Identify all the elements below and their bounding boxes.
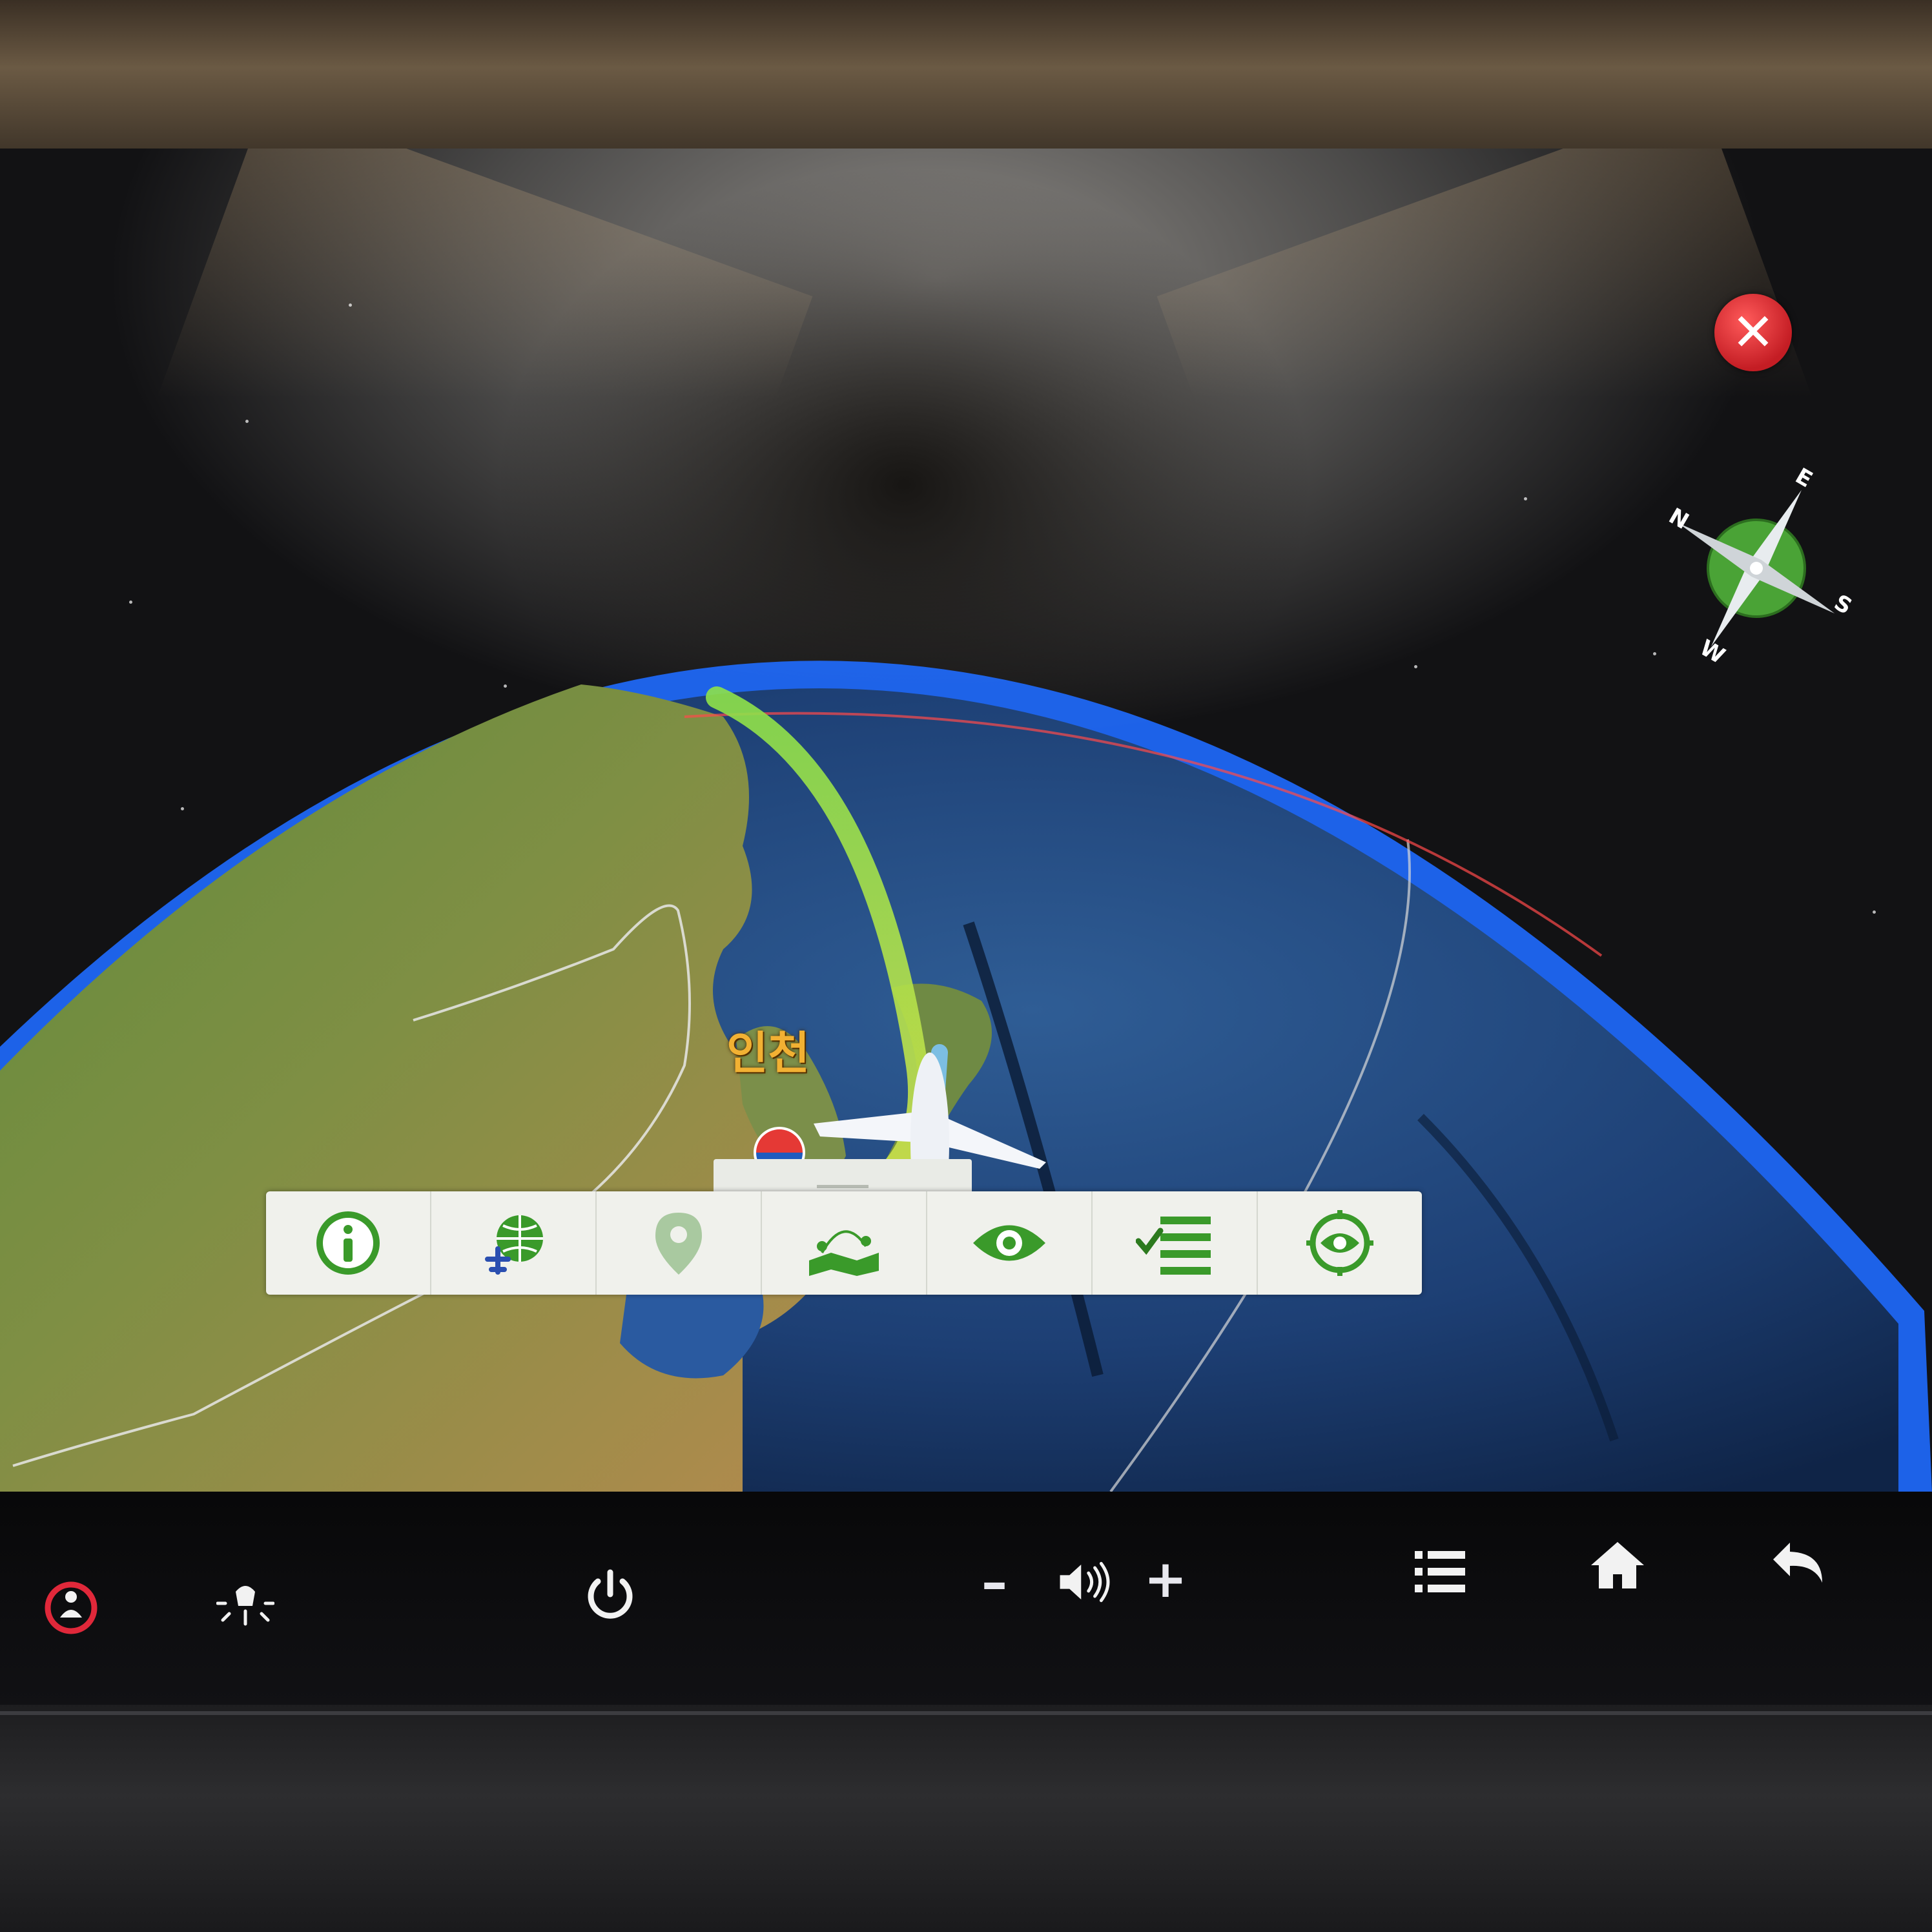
view-button[interactable] — [927, 1191, 1093, 1295]
globe-view-button[interactable] — [431, 1191, 597, 1295]
close-icon: ✕ — [1731, 302, 1775, 362]
volume-icon — [1060, 1561, 1110, 1603]
compass-icon[interactable]: N E S W — [1653, 465, 1860, 672]
menu-icon — [1415, 1551, 1465, 1592]
recenter-button[interactable] — [1258, 1191, 1422, 1295]
info-icon — [316, 1211, 380, 1275]
volume-up-button[interactable]: + — [1136, 1543, 1195, 1614]
location-pin-icon — [655, 1213, 702, 1275]
volume-down-button[interactable]: – — [969, 1547, 1020, 1618]
back-button[interactable] — [1766, 1530, 1831, 1595]
checklist-icon — [1136, 1217, 1211, 1275]
info-button[interactable] — [266, 1191, 431, 1295]
compass-west: W — [1696, 635, 1729, 669]
location-button[interactable] — [597, 1191, 762, 1295]
compass-south: S — [1830, 590, 1856, 620]
volume-up-icon: + — [1144, 1548, 1187, 1609]
origin-city-label: 인천 — [726, 1027, 810, 1080]
map-toolbar — [266, 1191, 1422, 1295]
seat-control-bar — [0, 1492, 1932, 1705]
compass-east: E — [1791, 465, 1817, 493]
attendant-call-button[interactable] — [39, 1576, 103, 1640]
checklist-button[interactable] — [1093, 1191, 1258, 1295]
power-icon — [588, 1569, 633, 1619]
volume-indicator — [1046, 1550, 1124, 1614]
attendant-call-icon — [45, 1581, 98, 1634]
home-button[interactable] — [1585, 1534, 1650, 1598]
route-view-button[interactable] — [762, 1191, 927, 1295]
frame-edge — [0, 1711, 1932, 1715]
back-icon — [1773, 1543, 1822, 1583]
eye-icon — [973, 1225, 1045, 1261]
monitor-lower-frame — [0, 1705, 1932, 1932]
route-map-icon — [809, 1230, 879, 1276]
home-icon — [1591, 1542, 1644, 1588]
reading-light-icon — [216, 1586, 274, 1626]
menu-button[interactable] — [1411, 1540, 1469, 1605]
close-button[interactable]: ✕ — [1714, 294, 1792, 371]
recenter-icon — [1306, 1210, 1373, 1276]
power-button[interactable] — [575, 1559, 646, 1630]
globe-plane-icon — [485, 1215, 543, 1275]
reading-light-button[interactable] — [213, 1569, 278, 1634]
volume-down-icon: – — [981, 1552, 1007, 1612]
